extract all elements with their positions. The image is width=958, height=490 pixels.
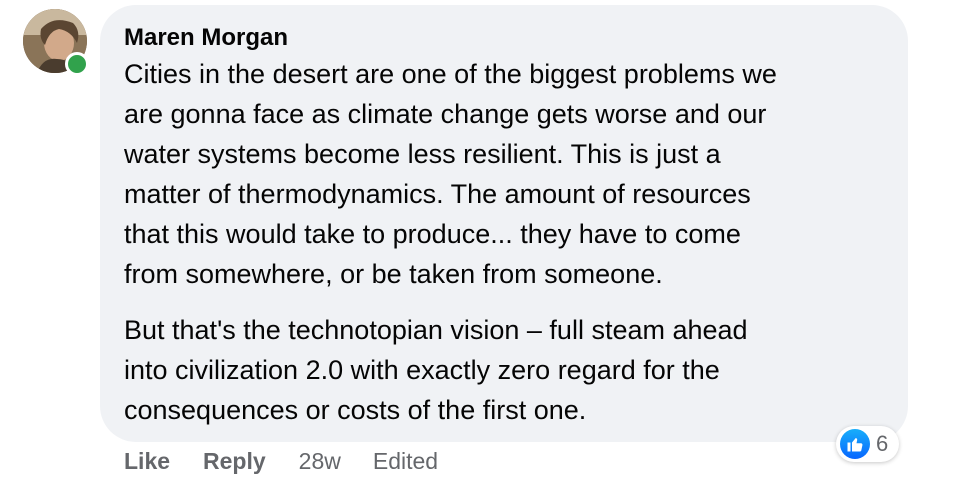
reaction-count: 6	[876, 431, 889, 456]
comment-author[interactable]: Maren Morgan	[124, 24, 884, 52]
online-status-indicator	[65, 52, 89, 76]
comment-actions: Like Reply 28w Edited	[124, 448, 438, 475]
comment-paragraph: But that's the technotopian vision – ful…	[124, 315, 748, 425]
reaction-summary[interactable]: 6	[836, 426, 900, 462]
edited-label[interactable]: Edited	[373, 448, 438, 475]
comment-bubble: Maren Morgan Cities in the desert are on…	[100, 5, 908, 442]
like-icon	[840, 429, 870, 459]
comment: Maren Morgan Cities in the desert are on…	[0, 0, 958, 490]
reply-button[interactable]: Reply	[203, 448, 266, 475]
comment-paragraph: Cities in the desert are one of the bigg…	[124, 59, 777, 289]
comment-timestamp[interactable]: 28w	[299, 448, 341, 475]
like-button[interactable]: Like	[124, 448, 170, 475]
